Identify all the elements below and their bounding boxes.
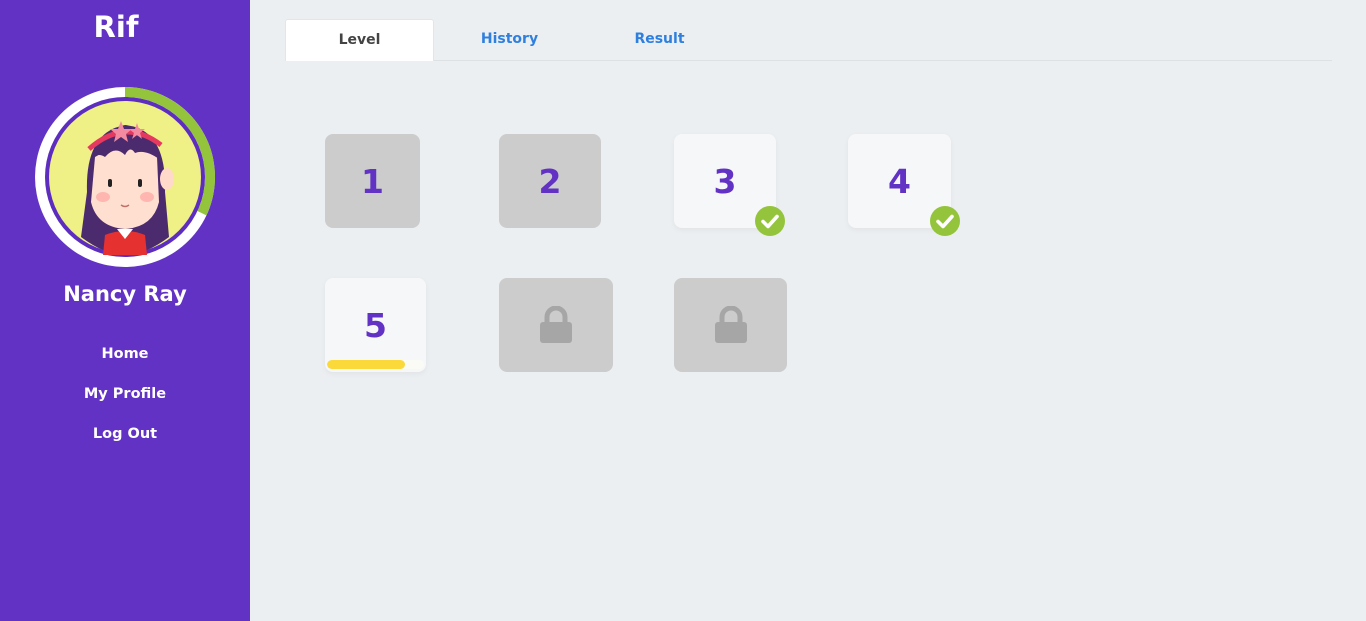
level-tile-locked[interactable] bbox=[674, 278, 787, 372]
nav-my-profile[interactable]: My Profile bbox=[0, 383, 250, 423]
user-name: Nancy Ray bbox=[63, 282, 187, 306]
level-number: 3 bbox=[713, 161, 737, 201]
level-tile-1[interactable]: 1 bbox=[325, 134, 420, 228]
tab-result[interactable]: Result bbox=[585, 19, 734, 60]
tab-bar: Level History Result bbox=[285, 19, 1332, 61]
level-number: 5 bbox=[364, 305, 387, 345]
level-number: 4 bbox=[888, 161, 911, 201]
tab-history[interactable]: History bbox=[435, 19, 584, 60]
level-tile-2[interactable]: 2 bbox=[499, 134, 601, 228]
level-number: 1 bbox=[361, 161, 384, 201]
avatar[interactable] bbox=[35, 87, 215, 267]
tab-level[interactable]: Level bbox=[285, 19, 434, 61]
level-progress-bar bbox=[327, 360, 424, 369]
level-tile-locked[interactable] bbox=[499, 278, 613, 372]
lock-icon bbox=[540, 306, 572, 343]
app-logo[interactable]: Rif bbox=[0, 10, 232, 44]
check-circle-icon bbox=[755, 206, 785, 236]
level-tile-5[interactable]: 5 bbox=[325, 278, 426, 372]
check-circle-icon bbox=[930, 206, 960, 236]
main-content: Level History Result 1 2 3 4 5 bbox=[250, 0, 1366, 621]
nav-home[interactable]: Home bbox=[0, 343, 250, 383]
level-number: 2 bbox=[538, 161, 562, 201]
lock-icon bbox=[714, 306, 747, 343]
sidebar: Rif Nancy Ray Home My Profile Log Out bbox=[0, 0, 250, 621]
level-progress-fill bbox=[327, 360, 405, 369]
nav-log-out[interactable]: Log Out bbox=[0, 423, 250, 463]
sidebar-nav: Home My Profile Log Out bbox=[0, 343, 250, 463]
level-tile-3[interactable]: 3 bbox=[674, 134, 785, 236]
level-tile-4[interactable]: 4 bbox=[848, 134, 960, 236]
